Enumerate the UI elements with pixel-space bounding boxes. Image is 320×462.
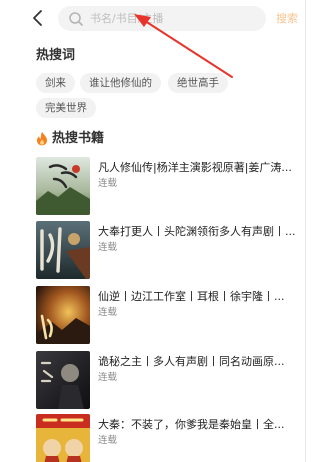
book-status: 连载	[98, 435, 118, 446]
book-title: 大秦：不装了，你爹我是秦始皇丨全...	[98, 418, 285, 431]
hot-word-chip[interactable]: 剑来	[36, 73, 75, 93]
book-title: 凡人修仙传|杨洋主演影视原著|姜广涛...	[98, 161, 292, 174]
book-item[interactable]: 大秦：不装了，你爹我是秦始皇丨全... 连载	[36, 414, 298, 462]
edge-divider	[305, 0, 306, 462]
search-icon	[69, 12, 83, 26]
book-item[interactable]: 诡秘之主丨多人有声剧丨同名动画原... 连载	[36, 351, 298, 409]
book-title: 诡秘之主丨多人有声剧丨同名动画原...	[98, 355, 285, 368]
fire-icon	[37, 131, 47, 146]
hot-books-title: 热搜书籍	[52, 131, 105, 146]
back-button[interactable]	[30, 9, 46, 27]
book-status: 连载	[98, 307, 118, 318]
book-status: 连载	[98, 178, 118, 189]
book-item[interactable]: 凡人修仙传|杨洋主演影视原著|姜广涛... 连载	[36, 157, 298, 215]
book-title: 大奉打更人丨头陀渊领衔多人有声剧丨...	[98, 225, 296, 238]
book-item[interactable]: 仙逆丨边江工作室丨耳根丨徐宇隆丨... 连载	[36, 286, 298, 344]
book-cover	[36, 351, 90, 409]
hot-word-chip[interactable]: 谁让他修仙的	[80, 73, 161, 93]
book-cover	[36, 157, 90, 215]
search-input[interactable]: 书名/书目/主播	[90, 11, 163, 26]
book-cover	[36, 286, 90, 344]
top-bar: 书名/书目/主播 搜索	[0, 0, 310, 36]
hot-word-chip[interactable]: 绝世高手	[168, 73, 228, 93]
book-title: 仙逆丨边江工作室丨耳根丨徐宇隆丨...	[98, 290, 285, 303]
book-cover	[36, 414, 90, 462]
search-button[interactable]: 搜索	[276, 11, 298, 26]
book-cover	[36, 221, 90, 279]
book-item[interactable]: 大奉打更人丨头陀渊领衔多人有声剧丨... 连载	[36, 221, 298, 279]
book-status: 连载	[98, 242, 118, 253]
hot-words-title: 热搜词	[36, 48, 76, 63]
book-status: 连载	[98, 372, 118, 383]
chevron-left-icon	[33, 10, 42, 26]
search-box[interactable]: 书名/书目/主播	[58, 6, 266, 31]
hot-word-chip[interactable]: 完美世界	[36, 98, 96, 118]
